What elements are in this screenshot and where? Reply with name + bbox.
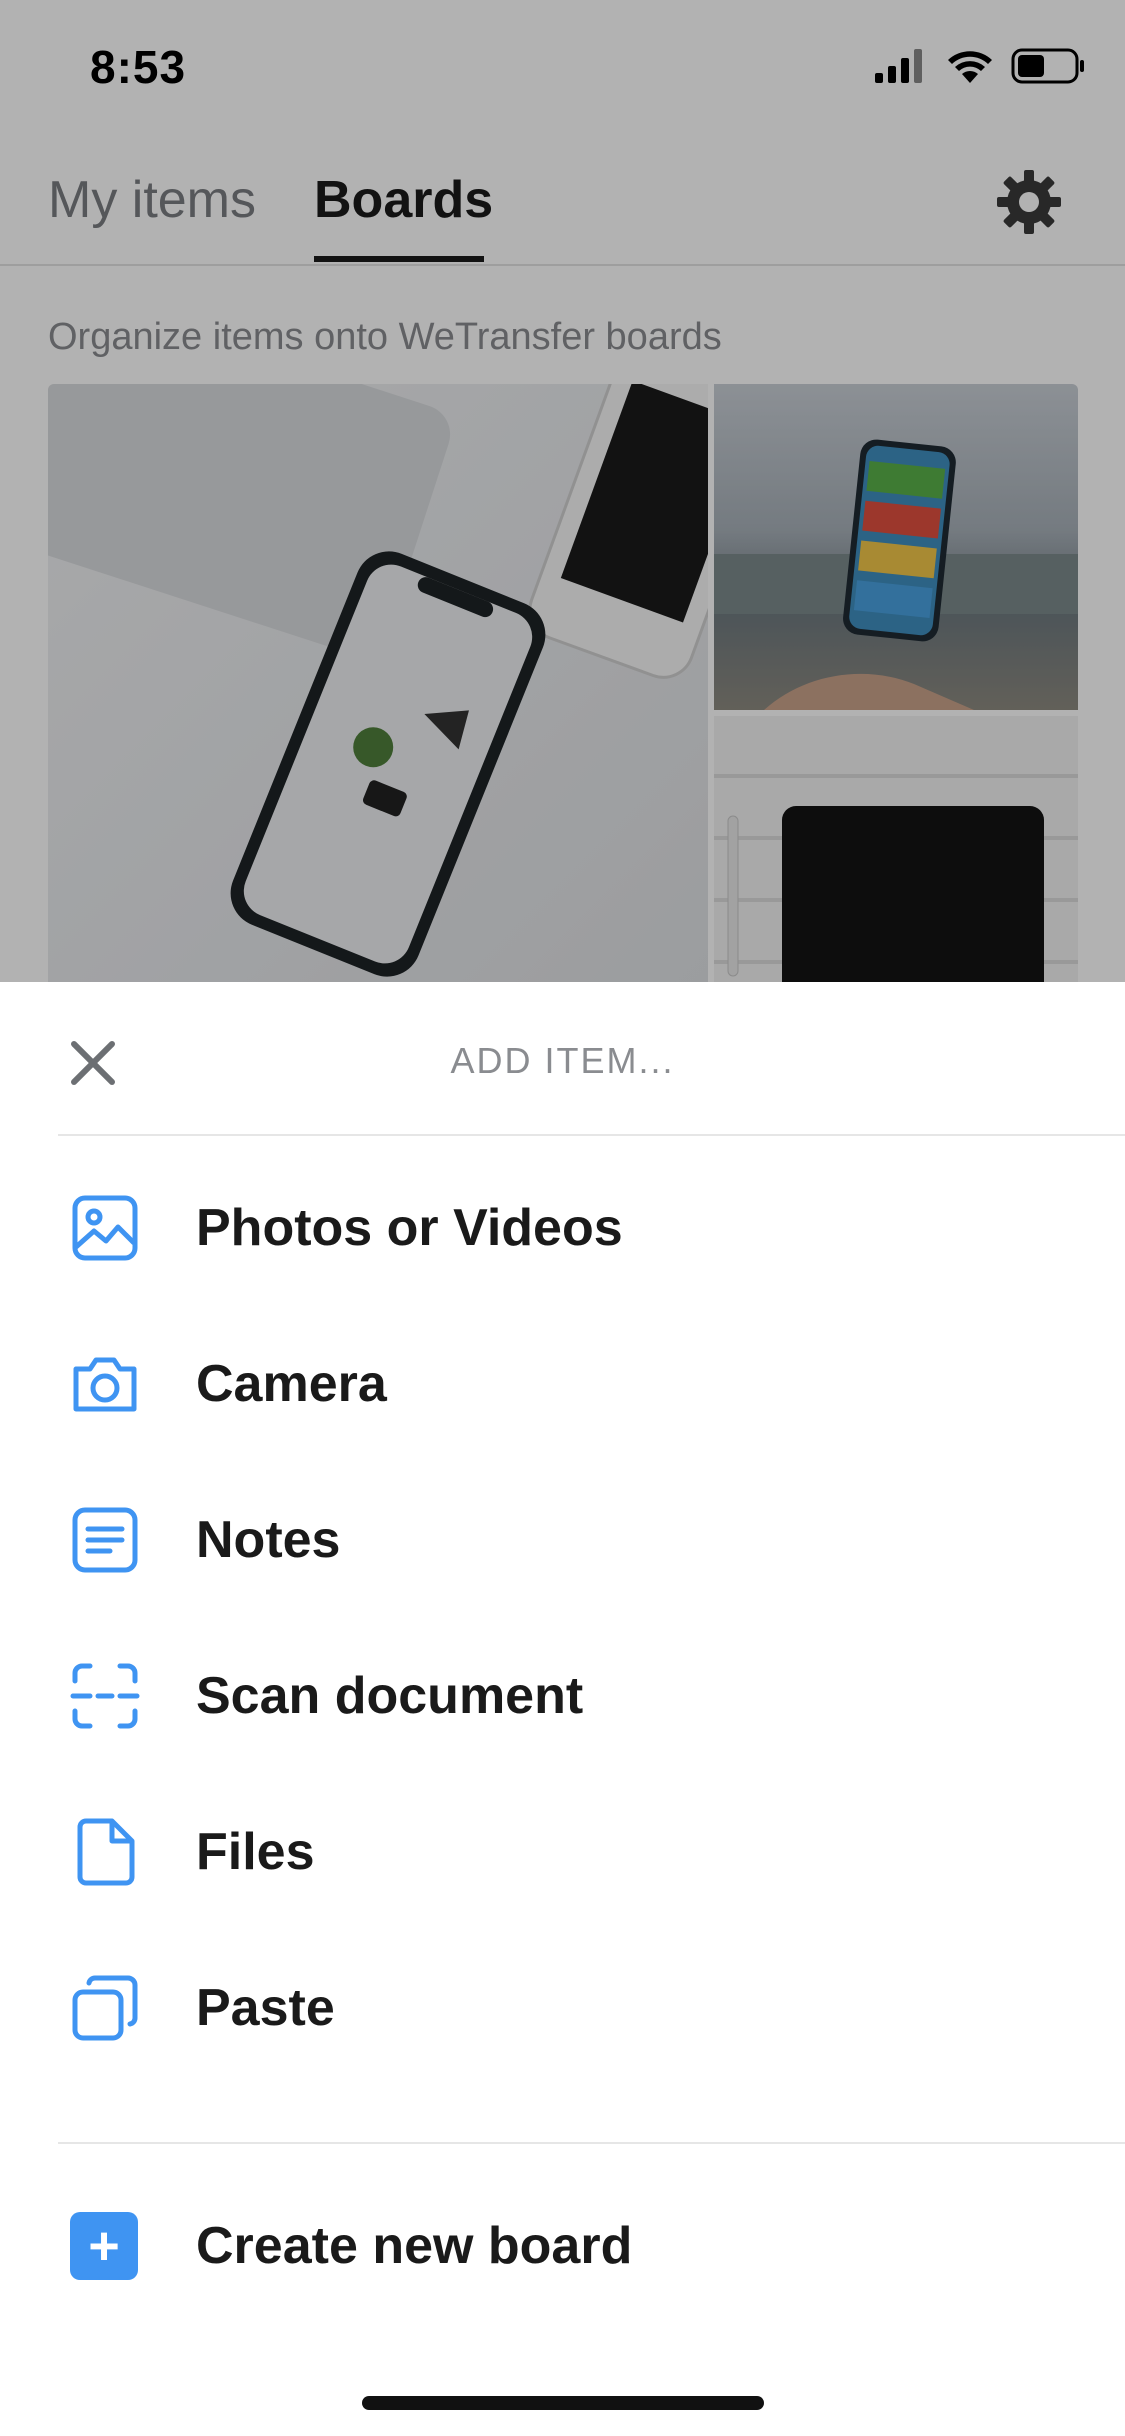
menu-item-label: Paste (196, 1979, 335, 2037)
menu-item-files[interactable]: Files (0, 1774, 1125, 1930)
menu-item-paste[interactable]: Paste (0, 1930, 1125, 2086)
create-board-label: Create new board (196, 2217, 633, 2275)
create-board-divider (58, 2142, 1125, 2144)
menu-item-camera[interactable]: Camera (0, 1306, 1125, 1462)
scan-icon (70, 1663, 140, 1729)
menu-item-label: Photos or Videos (196, 1199, 623, 1257)
sheet-title: ADD ITEM... (450, 1040, 675, 1081)
header-divider (58, 1134, 1125, 1136)
sheet-header: ADD ITEM... (0, 982, 1125, 1134)
menu-item-label: Camera (196, 1355, 387, 1413)
menu-item-label: Notes (196, 1511, 341, 1569)
home-indicator[interactable] (362, 2396, 764, 2410)
menu-item-label: Scan document (196, 1667, 584, 1725)
photo-icon (72, 1195, 138, 1261)
add-item-sheet: ADD ITEM... Photos or Videos Camera Note… (0, 982, 1125, 2436)
paste-icon (72, 1975, 138, 2041)
plus-icon: + (70, 2212, 138, 2280)
notes-icon (72, 1507, 138, 1573)
camera-icon (73, 1357, 137, 1412)
menu-item-scan-document[interactable]: Scan document (0, 1618, 1125, 1774)
menu-item-notes[interactable]: Notes (0, 1462, 1125, 1618)
create-new-board-button[interactable]: + Create new board (0, 2168, 1125, 2324)
menu-item-photos-or-videos[interactable]: Photos or Videos (0, 1150, 1125, 1306)
add-item-menu: Photos or Videos Camera Notes Scan docum… (0, 1150, 1125, 2086)
file-icon (77, 1818, 135, 1886)
menu-item-label: Files (196, 1823, 315, 1881)
modal-dim-overlay[interactable] (0, 0, 1125, 982)
